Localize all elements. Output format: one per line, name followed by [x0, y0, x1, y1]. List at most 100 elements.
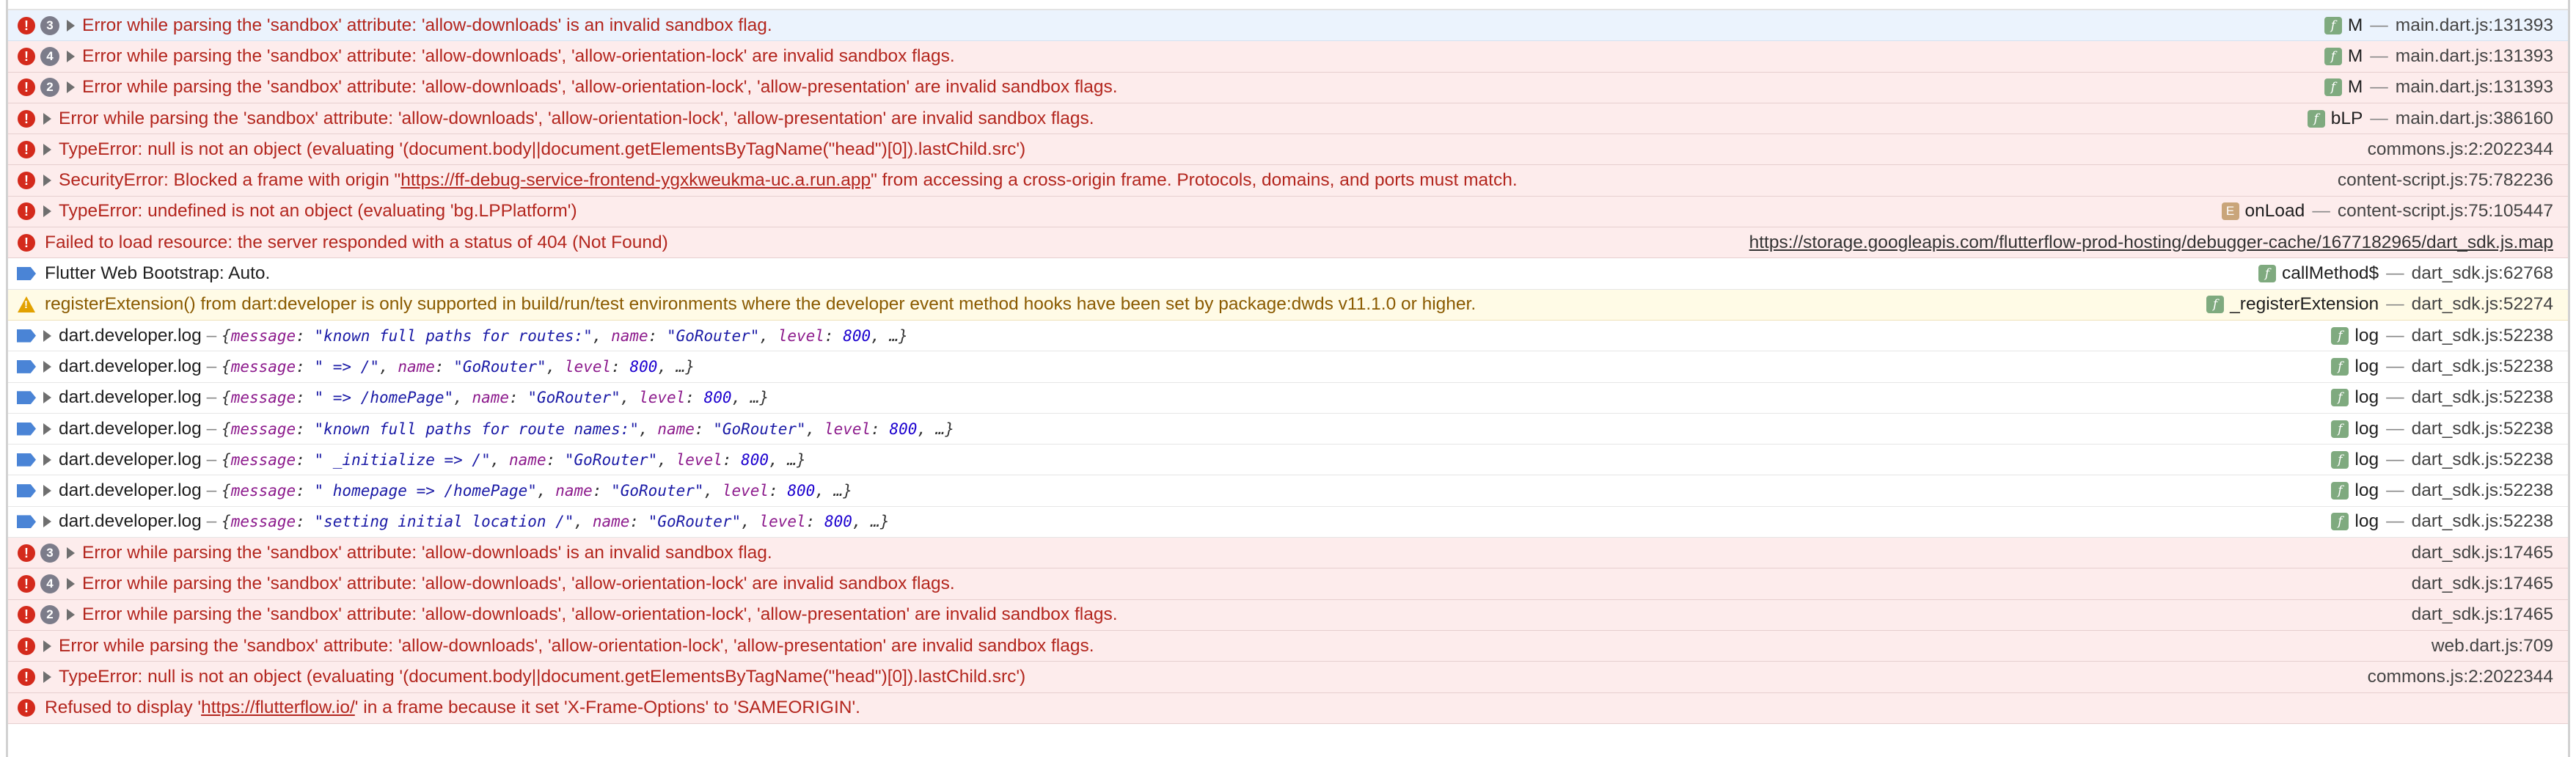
- object-key: name: [657, 420, 695, 438]
- source-file-link[interactable]: content-script.js:75:105447: [2338, 201, 2553, 222]
- console-row[interactable]: dart.developer.log – {message: "setting …: [8, 506, 2568, 538]
- function-name[interactable]: f callMethod$: [2258, 263, 2379, 284]
- log-object-preview[interactable]: {message: " homepage => /homePage", name…: [222, 482, 852, 500]
- source-location: content-script.js:75:782236: [2338, 170, 2568, 191]
- source-file-link[interactable]: dart_sdk.js:52238: [2412, 326, 2553, 346]
- source-file-link[interactable]: web.dart.js:709: [2432, 636, 2553, 657]
- source-separator: —: [2312, 201, 2330, 222]
- console-row[interactable]: ! TypeError: null is not an object (evalu…: [8, 134, 2568, 166]
- source-file-link[interactable]: dart_sdk.js:17465: [2412, 604, 2553, 625]
- expand-triangle-icon[interactable]: [67, 609, 75, 621]
- expand-triangle-icon[interactable]: [43, 143, 51, 156]
- console-row[interactable]: dart.developer.log – {message: "known fu…: [8, 413, 2568, 445]
- log-object-preview[interactable]: {message: "known full paths for routes:"…: [222, 327, 908, 345]
- source-file-link[interactable]: dart_sdk.js:17465: [2412, 574, 2553, 594]
- source-file-link[interactable]: main.dart.js:131393: [2396, 46, 2553, 67]
- object-value: "GoRouter": [648, 513, 742, 531]
- function-name[interactable]: f log: [2331, 387, 2379, 408]
- console-row[interactable]: dart.developer.log – {message: " homepag…: [8, 475, 2568, 507]
- expand-triangle-icon[interactable]: [43, 205, 51, 218]
- console-row[interactable]: dart.developer.log – {message: " _initia…: [8, 445, 2568, 476]
- console-row[interactable]: ! 2 Error while parsing the 'sandbox' attr…: [8, 72, 2568, 103]
- source-file-link[interactable]: dart_sdk.js:52238: [2412, 450, 2553, 470]
- console-row[interactable]: ! 4 Error while parsing the 'sandbox' attr…: [8, 41, 2568, 73]
- log-object-preview[interactable]: {message: "setting initial location /", …: [222, 513, 889, 530]
- log-arrow-icon: [17, 515, 36, 529]
- source-file-link[interactable]: main.dart.js:386160: [2396, 109, 2553, 129]
- function-name[interactable]: fM: [2324, 46, 2363, 67]
- expand-triangle-icon[interactable]: [43, 175, 51, 187]
- expand-triangle-icon[interactable]: [43, 640, 51, 652]
- source-file-link[interactable]: commons.js:2:2022344: [2368, 667, 2553, 687]
- function-name[interactable]: f _registerExtension: [2206, 294, 2379, 315]
- log-object-preview[interactable]: {message: "known full paths for route na…: [222, 420, 954, 438]
- console-row[interactable]: ! Failed to load resource: the server res…: [8, 227, 2568, 259]
- console-row[interactable]: ! 2 Error while parsing the 'sandbox' attr…: [8, 599, 2568, 631]
- expand-triangle-icon[interactable]: [43, 329, 51, 342]
- source-file-link[interactable]: main.dart.js:131393: [2396, 77, 2553, 98]
- function-name[interactable]: fM: [2324, 15, 2363, 36]
- function-name[interactable]: f log: [2331, 356, 2379, 377]
- log-object-preview[interactable]: {message: " => /", name: "GoRouter", lev…: [222, 358, 695, 376]
- source-file-link[interactable]: dart_sdk.js:17465: [2412, 543, 2553, 563]
- expand-triangle-icon[interactable]: [43, 112, 51, 125]
- expand-triangle-icon[interactable]: [67, 546, 75, 559]
- expand-triangle-icon[interactable]: [67, 19, 75, 32]
- function-name[interactable]: f log: [2331, 511, 2379, 532]
- expand-triangle-icon[interactable]: [43, 670, 51, 683]
- console-row[interactable]: ! TypeError: undefined is not an object (…: [8, 196, 2568, 228]
- log-object-preview[interactable]: {message: " => /homePage", name: "GoRout…: [222, 389, 769, 406]
- source-file-link[interactable]: dart_sdk.js:52238: [2412, 356, 2553, 377]
- source-file-link[interactable]: https://storage.googleapis.com/flutterfl…: [1749, 233, 2553, 253]
- console-row[interactable]: ! Error while parsing the 'sandbox' attri…: [8, 630, 2568, 662]
- function-name-label: log: [2354, 356, 2379, 376]
- console-row[interactable]: dart.developer.log – {message: " => /", …: [8, 351, 2568, 383]
- source-file-link[interactable]: dart_sdk.js:52238: [2412, 511, 2553, 532]
- console-row[interactable]: ! 4 Error while parsing the 'sandbox' attr…: [8, 568, 2568, 600]
- function-name[interactable]: f log: [2331, 326, 2379, 346]
- console-row[interactable]: Flutter Web Bootstrap: Auto. f callMethod$…: [8, 258, 2568, 290]
- expand-triangle-icon[interactable]: [43, 392, 51, 404]
- expand-triangle-icon[interactable]: [67, 81, 75, 94]
- console-row[interactable]: dart.developer.log – {message: "known fu…: [8, 320, 2568, 352]
- console-row[interactable]: dart.developer.log – {message: " => /hom…: [8, 382, 2568, 414]
- console-row[interactable]: ! 3 Error while parsing the 'sandbox' attr…: [8, 10, 2568, 42]
- function-name[interactable]: f log: [2331, 450, 2379, 470]
- error-icon: !: [18, 109, 35, 128]
- row-leading-icon: !: [12, 606, 40, 624]
- source-file-link[interactable]: dart_sdk.js:52274: [2412, 294, 2553, 315]
- console-row[interactable]: registerExtension() from dart:developer …: [8, 289, 2568, 321]
- message-link[interactable]: https://flutterflow.io/: [201, 698, 355, 717]
- expand-triangle-icon[interactable]: [43, 360, 51, 373]
- expand-triangle-icon[interactable]: [67, 577, 75, 590]
- console-message-text: dart.developer.log – {message: " _initia…: [59, 450, 2331, 470]
- source-file-link[interactable]: dart_sdk.js:62768: [2412, 263, 2553, 284]
- expand-triangle-icon[interactable]: [67, 50, 75, 62]
- console-row[interactable]: ! TypeError: null is not an object (evalu…: [8, 662, 2568, 693]
- console-row[interactable]: ! Refused to display 'https://flutterflow…: [8, 692, 2568, 724]
- function-name[interactable]: EonLoad: [2221, 201, 2305, 222]
- expand-triangle-icon[interactable]: [43, 485, 51, 497]
- source-file-link[interactable]: main.dart.js:131393: [2396, 15, 2553, 36]
- row-leading-icon: [12, 296, 40, 313]
- expand-triangle-icon[interactable]: [43, 423, 51, 435]
- source-file-link[interactable]: dart_sdk.js:52238: [2412, 480, 2553, 501]
- console-message-text: TypeError: undefined is not an object (e…: [59, 201, 2222, 222]
- console-row[interactable]: ! Error while parsing the 'sandbox' attri…: [8, 103, 2568, 135]
- expand-triangle-icon[interactable]: [43, 516, 51, 528]
- message-link[interactable]: https://ff-debug-service-frontend-ygxkwe…: [400, 170, 871, 190]
- function-name[interactable]: f bLP: [2307, 109, 2363, 129]
- console-row[interactable]: ! SecurityError: Blocked a frame with ori…: [8, 165, 2568, 197]
- source-file-link[interactable]: dart_sdk.js:52238: [2412, 419, 2553, 439]
- expand-triangle-icon[interactable]: [43, 453, 51, 466]
- function-name[interactable]: f log: [2331, 480, 2379, 501]
- function-name[interactable]: fM: [2324, 77, 2363, 98]
- log-object-preview[interactable]: {message: " _initialize => /", name: "Go…: [222, 451, 806, 469]
- source-file-link[interactable]: dart_sdk.js:52238: [2412, 387, 2553, 408]
- message-fragment: ' in a frame because it set 'X-Frame-Opt…: [354, 698, 860, 718]
- function-name[interactable]: f log: [2331, 419, 2379, 439]
- source-file-link[interactable]: content-script.js:75:782236: [2338, 170, 2553, 191]
- console-message-text: TypeError: null is not an object (evalua…: [59, 139, 2368, 160]
- console-row[interactable]: ! 3 Error while parsing the 'sandbox' attr…: [8, 538, 2568, 569]
- source-file-link[interactable]: commons.js:2:2022344: [2368, 139, 2553, 160]
